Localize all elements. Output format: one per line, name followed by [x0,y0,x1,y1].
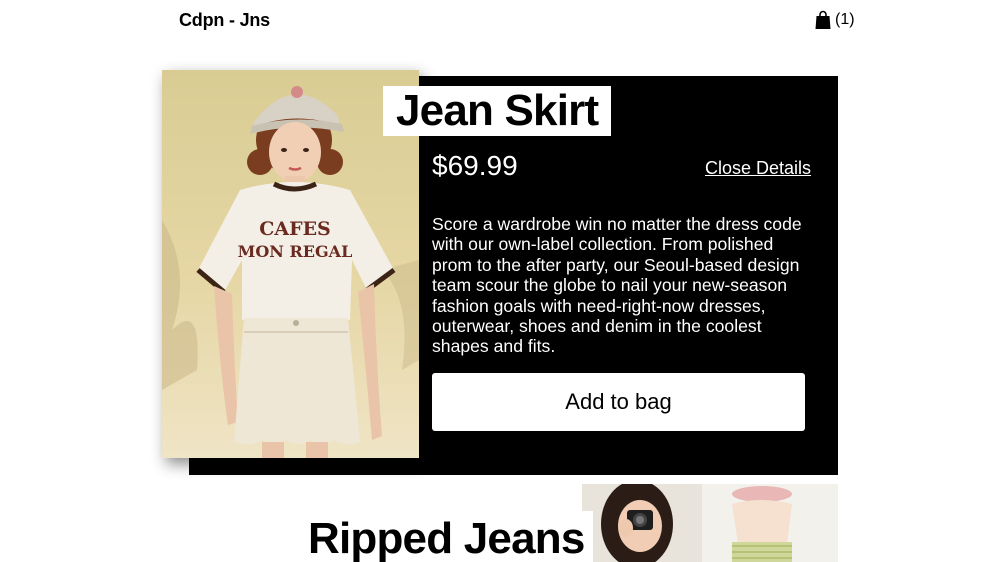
next-product-title[interactable]: Ripped Jeans [308,511,585,561]
close-details-link[interactable]: Close Details [705,158,811,179]
svg-text:CAFES: CAFES [259,218,331,240]
next-product-image[interactable] [582,484,838,562]
bag-button[interactable]: (1) [815,10,855,30]
product-price: $69.99 [432,150,518,181]
svg-text:MON REGAL: MON REGAL [238,242,353,261]
product-description: Score a wardrobe win no matter the dress… [432,214,802,357]
next-product-title-box: Ripped Jeans [300,511,593,562]
product-title-box: Jean Skirt [383,86,612,136]
next-product-photo-illustration [582,484,838,562]
bag-count: (1) [835,11,855,28]
product-photo-illustration: CAFES MON REGAL [162,70,419,458]
brand-logo[interactable]: Cdpn - Jns [179,10,270,31]
page: Cdpn - Jns (1) CAFES MON REGAL Jean Skir… [0,0,1000,562]
product-image: CAFES MON REGAL [162,70,419,458]
product-title: Jean Skirt [396,86,599,135]
add-to-bag-button[interactable]: Add to bag [432,373,805,431]
shopping-bag-icon [815,10,831,29]
